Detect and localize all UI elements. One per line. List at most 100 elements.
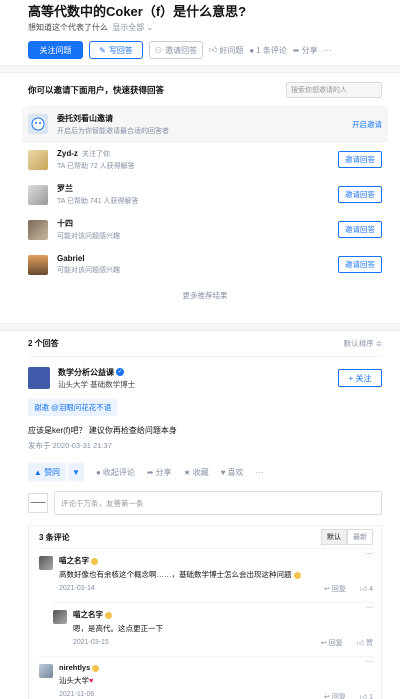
thanks-invite-badge: 谢邀 @泪眼问花花不语	[28, 399, 118, 416]
heart-icon: ♥	[220, 467, 226, 477]
invite-answer-button[interactable]: ⚇ 邀请回答	[149, 41, 203, 59]
comment-more-button[interactable]: ···	[365, 603, 373, 612]
avatar	[28, 219, 48, 240]
sort-dropdown[interactable]: 默认排序 ≎	[344, 338, 382, 349]
write-answer-button[interactable]: ✎ 写回答	[89, 41, 143, 59]
invite-name: 十四	[57, 219, 73, 228]
invite-answer-button[interactable]: 邀请回答	[338, 256, 382, 273]
comment-icon: ●	[96, 467, 101, 477]
enable-invite-link[interactable]: 开启邀请	[352, 119, 382, 130]
comment-reply-item: 喵之名字 嗯，是高代。这点更正一下 2021-03-15 ··· ↩ 回复 👍︎…	[53, 602, 373, 648]
follow-author-button[interactable]: + 关注	[338, 369, 382, 387]
comment-sort-tabs: 默认 最新	[321, 529, 373, 545]
invite-panel: 你可以邀请下面用户，快速获得回答 搜索你想邀请的人 委托刘看山邀请 开启后为你智…	[0, 72, 400, 324]
answers-panel: 2 个回答 默认排序 ≎ 数学分析公益课 ✓ 汕头大学 基础数学博士 + 关注 谢…	[0, 330, 400, 699]
answer-share-label: 分享	[155, 467, 172, 477]
commenter-avatar[interactable]	[39, 664, 53, 678]
like-label: 喜欢	[227, 467, 244, 477]
collapse-comments-button[interactable]: ● 收起评论	[96, 467, 135, 478]
answer-author: 数学分析公益课 ✓ 汕头大学 基础数学博士 + 关注	[28, 367, 382, 389]
author-avatar[interactable]	[28, 367, 50, 389]
invite-row: 罗兰 TA 已帮助 741 人获得解答 邀请回答	[28, 177, 382, 212]
heart-icon: ♥	[89, 676, 94, 685]
comment-like-button[interactable]: 👍︎ 赞	[357, 638, 373, 648]
comment-item: nirehtlys 汕头大学♥ 2021-11-06 ··· ↩ 回复 👍︎ 1	[39, 656, 373, 699]
follow-question-button[interactable]: 关注问题	[28, 41, 83, 59]
question-comments-button[interactable]: ● 1 条评论	[249, 45, 287, 56]
avatar	[28, 254, 48, 275]
downvote-button[interactable]: ▼	[68, 463, 84, 481]
commenter-avatar[interactable]	[53, 610, 67, 624]
comment-like-button[interactable]: 👍︎ 1	[360, 692, 373, 699]
favorite-button[interactable]: ★ 收藏	[184, 467, 209, 478]
invite-answer-button[interactable]: 邀请回答	[338, 221, 382, 238]
star-icon: ★	[183, 467, 191, 477]
commenter-name[interactable]: 喵之名字	[59, 556, 89, 565]
question-actions: 关注问题 ✎ 写回答 ⚇ 邀请回答 👍︎ 好问题 ● 1 条评论 ➦ 分享 ··…	[28, 41, 372, 59]
reply-label: 回复	[328, 640, 343, 647]
comment-item: 喵之名字 高数好像也有余核这个概念啊……，基础数学博士怎么会出现这种问题 202…	[39, 548, 373, 594]
answer-more-button[interactable]: ···	[255, 468, 263, 477]
emoji-icon	[92, 664, 100, 672]
pencil-icon: ✎	[99, 45, 106, 55]
good-question-label: 好问题	[219, 45, 244, 55]
answer-share-button[interactable]: ➦ 分享	[147, 467, 172, 478]
invite-desc: TA 已帮助 72 人获得解答	[57, 162, 135, 170]
invite-answer-button[interactable]: 邀请回答	[338, 151, 382, 168]
upvote-button[interactable]: ▲ 赞同	[28, 463, 66, 481]
question-share-label: 分享	[301, 45, 318, 55]
comment-icon: ●	[249, 45, 255, 55]
invite-row: Gabriel 可能对该问题感兴趣 邀请回答	[28, 247, 382, 282]
write-answer-label: 写回答	[108, 45, 133, 55]
tab-default[interactable]: 默认	[321, 529, 347, 545]
invite-answer-button[interactable]: 邀请回答	[338, 186, 382, 203]
commenter-name[interactable]: nirehtlys	[59, 663, 90, 672]
comment-more-button[interactable]: ···	[365, 549, 373, 558]
reply-button[interactable]: ↩ 回复	[324, 584, 346, 594]
share-icon: ➦	[292, 45, 300, 55]
answers-header: 2 个回答 默认排序 ≎	[28, 331, 382, 357]
answer-count: 2 个回答	[28, 339, 59, 348]
more-recommendations-link[interactable]: 更多推荐结果	[28, 290, 382, 301]
comments-box: 3 条评论 默认 最新 喵之名字 高数好像也有余核这个概念啊……，基础数学博士怎…	[28, 525, 382, 699]
invite-header: 你可以邀请下面用户，快速获得回答 搜索你想邀请的人	[28, 73, 382, 107]
invite-desc: 可能对该问题感兴趣	[57, 267, 120, 274]
question-header: 高等代数中的Coker（f）是什么意思? 想知道这个代表了什么 显示全部 ⌄ 关…	[0, 0, 400, 66]
invite-row: 十四 可能对该问题感兴趣 邀请回答	[28, 212, 382, 247]
invite-name: 罗兰	[57, 184, 73, 193]
comment-like-count: 4	[369, 586, 373, 593]
vote-group: ▲ 赞同 ▼	[28, 463, 84, 481]
author-name[interactable]: 数学分析公益课	[58, 368, 114, 377]
question-title: 高等代数中的Coker（f）是什么意思?	[28, 4, 247, 19]
emoji-icon	[91, 557, 98, 565]
question-subtitle-text: 想知道这个代表了什么	[28, 23, 108, 32]
comment-more-button[interactable]: ···	[365, 657, 373, 666]
invite-desc: 开启后为你智能邀请最合适的回答者	[57, 127, 169, 135]
invite-search-input[interactable]: 搜索你想邀请的人	[286, 81, 382, 98]
avatar	[28, 184, 48, 205]
question-comments-label: 1 条评论	[256, 45, 287, 55]
thumbs-up-icon: 👍︎	[209, 45, 218, 54]
add-user-icon: ⚇	[154, 45, 163, 55]
like-button[interactable]: ♥ 喜欢	[221, 467, 244, 478]
tab-latest[interactable]: 最新	[347, 529, 373, 545]
invite-name: Zyd-z	[57, 148, 78, 158]
commenter-name[interactable]: 喵之名字	[73, 610, 103, 619]
avatar	[28, 149, 48, 170]
mascot-icon	[31, 117, 45, 131]
commenter-avatar[interactable]	[39, 556, 53, 570]
show-all-link[interactable]: 显示全部 ⌄	[112, 23, 153, 32]
comment-input[interactable]: 评论千万条，友善第一条	[54, 491, 382, 515]
reply-label: 回复	[331, 694, 346, 699]
liukanshan-avatar	[28, 114, 48, 134]
question-share-button[interactable]: ➦ 分享	[293, 45, 318, 56]
question-more-button[interactable]: ···	[324, 46, 332, 55]
comment-text: 高数好像也有余核这个概念啊……，基础数学博士怎么会出现这种问题	[59, 570, 292, 579]
invite-answer-label: 邀请回答	[165, 45, 198, 55]
reply-button[interactable]: ↩ 回复	[321, 638, 343, 648]
collapse-comments-label: 收起评论	[102, 467, 135, 477]
reply-button[interactable]: ↩ 回复	[324, 692, 346, 699]
emoji-icon	[293, 571, 301, 579]
good-question-button[interactable]: 👍︎ 好问题	[209, 45, 243, 56]
comment-like-button[interactable]: 👍︎ 4	[360, 584, 373, 594]
